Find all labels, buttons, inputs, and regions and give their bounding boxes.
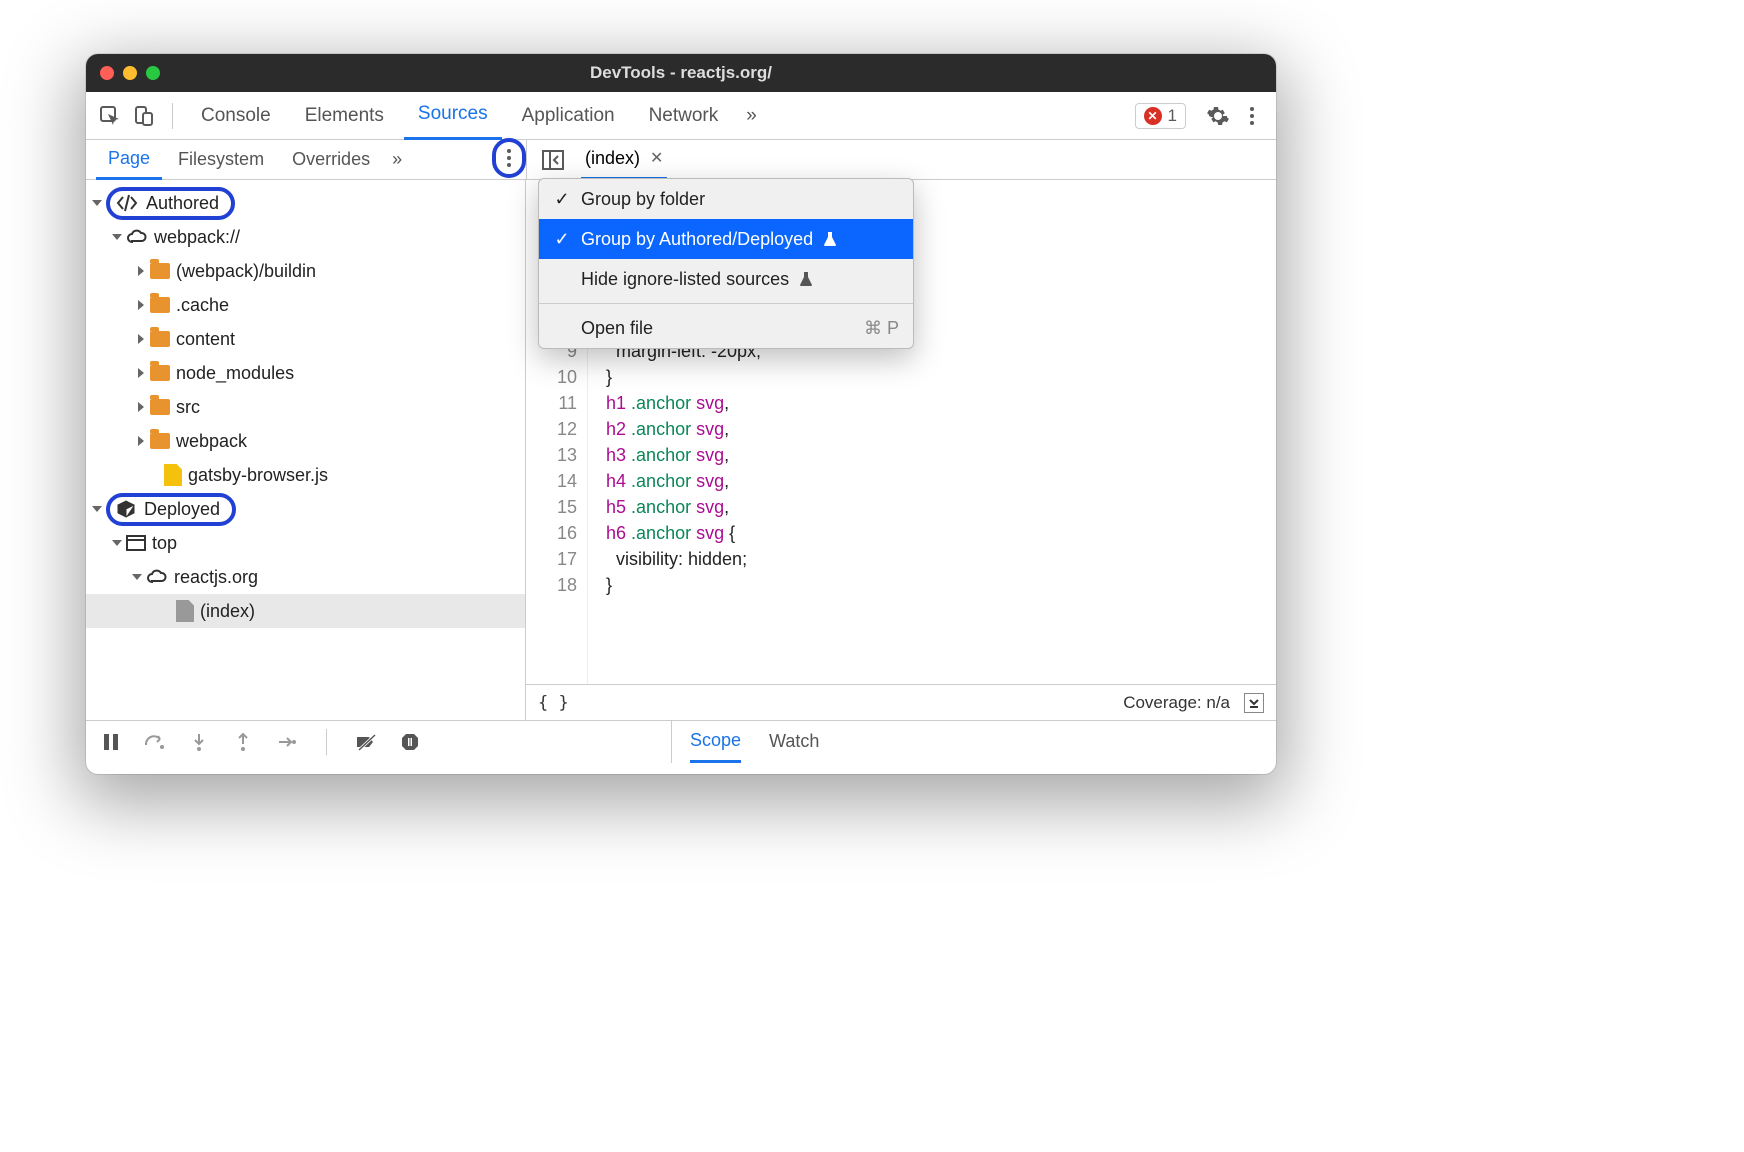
tree-file-index[interactable]: (index) xyxy=(86,594,525,628)
flask-icon xyxy=(799,271,813,287)
pause-exceptions-icon[interactable] xyxy=(399,731,421,753)
debug-tab-watch[interactable]: Watch xyxy=(769,721,819,763)
error-count: 1 xyxy=(1168,106,1177,126)
folder-icon xyxy=(150,365,170,381)
package-icon xyxy=(116,500,136,518)
page-options-dropdown: ✓ Group by folder ✓ Group by Authored/De… xyxy=(538,178,914,349)
deployed-label: Deployed xyxy=(144,499,220,520)
sources-subbar: Page Filesystem Overrides » (index) ✕ xyxy=(86,140,1276,180)
inspect-icon[interactable] xyxy=(96,102,124,130)
breakpoints-toggle-icon[interactable] xyxy=(355,731,377,753)
top-label: top xyxy=(152,533,177,554)
check-icon: ✓ xyxy=(553,189,571,210)
tree-folder[interactable]: content xyxy=(86,322,525,356)
frame-icon xyxy=(126,535,146,551)
code-icon xyxy=(116,194,138,212)
cloud-icon xyxy=(126,228,148,246)
subtab-overrides[interactable]: Overrides xyxy=(280,140,382,180)
step-icon[interactable] xyxy=(276,731,298,753)
domain-label: reactjs.org xyxy=(174,567,258,588)
tree-file-gatsby[interactable]: gatsby-browser.js xyxy=(86,458,525,492)
devtools-window: DevTools - reactjs.org/ Console Elements… xyxy=(86,54,1276,774)
authored-label: Authored xyxy=(146,193,219,214)
pretty-print-icon[interactable]: { } xyxy=(538,693,569,713)
file-tab-name: (index) xyxy=(585,148,640,169)
navigator-toggle-icon[interactable] xyxy=(539,146,567,174)
step-over-icon[interactable] xyxy=(144,731,166,753)
close-tab-icon[interactable]: ✕ xyxy=(650,148,663,168)
coverage-label: Coverage: n/a xyxy=(1123,693,1230,713)
dropdown-group-by-folder[interactable]: ✓ Group by folder xyxy=(539,179,913,219)
dropdown-open-file[interactable]: Open file ⌘ P xyxy=(539,308,913,348)
subtabs-overflow[interactable]: » xyxy=(386,140,408,180)
main-toolbar: Console Elements Sources Application Net… xyxy=(86,92,1276,140)
settings-gear-icon[interactable] xyxy=(1204,102,1232,130)
step-into-icon[interactable] xyxy=(188,731,210,753)
folder-icon xyxy=(150,297,170,313)
folder-icon xyxy=(150,263,170,279)
tab-application[interactable]: Application xyxy=(508,92,629,140)
jsfile-label: gatsby-browser.js xyxy=(188,465,328,486)
error-icon: ✕ xyxy=(1144,107,1162,125)
tab-network[interactable]: Network xyxy=(635,92,733,140)
shortcut-label: ⌘ P xyxy=(864,318,899,339)
tree-folder[interactable]: node_modules xyxy=(86,356,525,390)
folder-icon xyxy=(150,399,170,415)
subtab-page[interactable]: Page xyxy=(96,140,162,180)
step-out-icon[interactable] xyxy=(232,731,254,753)
tree-webpack[interactable]: webpack:// xyxy=(86,220,525,254)
collapse-icon[interactable] xyxy=(1244,693,1264,713)
page-more-menu-button[interactable] xyxy=(492,138,526,178)
tree-top[interactable]: top xyxy=(86,526,525,560)
file-navigator: Authored webpack:// (webpack)/buildin.ca… xyxy=(86,180,526,720)
folder-icon xyxy=(150,331,170,347)
tree-folder[interactable]: (webpack)/buildin xyxy=(86,254,525,288)
dropdown-hide-ignore-listed[interactable]: Hide ignore-listed sources xyxy=(539,259,913,299)
tree-domain[interactable]: reactjs.org xyxy=(86,560,525,594)
tree-folder[interactable]: webpack xyxy=(86,424,525,458)
tab-sources[interactable]: Sources xyxy=(404,92,502,140)
file-icon xyxy=(176,600,194,622)
error-badge[interactable]: ✕ 1 xyxy=(1135,103,1186,129)
dropdown-group-by-authored[interactable]: ✓ Group by Authored/Deployed xyxy=(539,219,913,259)
pause-icon[interactable] xyxy=(100,731,122,753)
kebab-menu-icon[interactable] xyxy=(1238,102,1266,130)
debug-tab-scope[interactable]: Scope xyxy=(690,721,741,763)
index-label: (index) xyxy=(200,601,255,622)
window-title: DevTools - reactjs.org/ xyxy=(86,63,1276,83)
debugger-bar: Scope Watch xyxy=(86,720,1276,762)
editor-status-bar: { } Coverage: n/a xyxy=(526,684,1276,720)
device-toggle-icon[interactable] xyxy=(130,102,158,130)
tab-console[interactable]: Console xyxy=(187,92,285,140)
tab-elements[interactable]: Elements xyxy=(291,92,398,140)
titlebar: DevTools - reactjs.org/ xyxy=(86,54,1276,92)
tree-deployed-group[interactable]: Deployed xyxy=(86,492,525,526)
cloud-icon xyxy=(146,568,168,586)
open-file-tab[interactable]: (index) ✕ xyxy=(581,140,667,180)
webpack-label: webpack:// xyxy=(154,227,240,248)
tree-folder[interactable]: .cache xyxy=(86,288,525,322)
subtab-filesystem[interactable]: Filesystem xyxy=(166,140,276,180)
separator xyxy=(172,103,173,129)
tree-folder[interactable]: src xyxy=(86,390,525,424)
js-file-icon xyxy=(164,464,182,486)
check-icon: ✓ xyxy=(553,229,571,250)
tabs-overflow[interactable]: » xyxy=(738,92,765,140)
folder-icon xyxy=(150,433,170,449)
flask-icon xyxy=(823,231,837,247)
tree-authored-group[interactable]: Authored xyxy=(86,186,525,220)
